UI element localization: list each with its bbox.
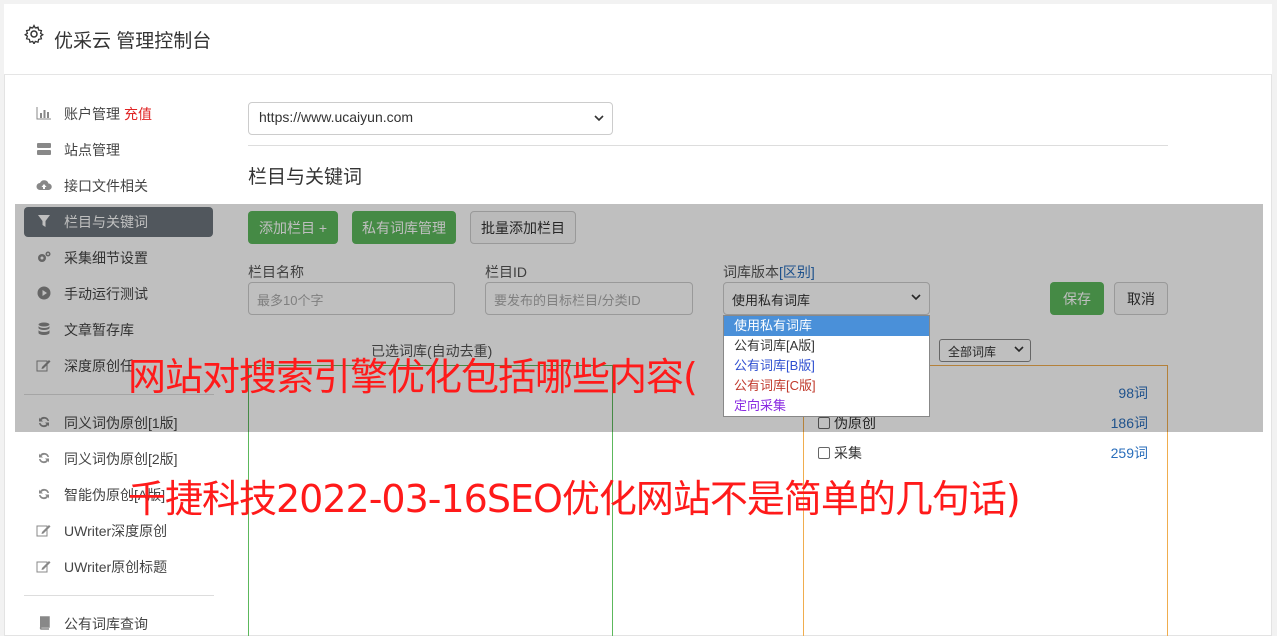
recharge-link[interactable]: 充值 — [124, 104, 152, 124]
sidebar-item-site[interactable]: 站点管理 — [24, 135, 213, 165]
edit-icon — [36, 523, 52, 539]
sidebar-item-uwriter-title[interactable]: UWriter原创标题 — [24, 552, 213, 582]
refresh-icon — [36, 487, 52, 503]
overlay-headline-line2: 千捷科技2022-03-16SEO优化网站不是简单的几句话) — [128, 477, 1021, 521]
sidebar-divider — [24, 595, 214, 596]
dropdown-option[interactable]: 公有词库[A版] — [724, 336, 929, 356]
lib-row-count: 259词 — [1110, 445, 1148, 461]
sidebar-item-account[interactable]: 账户管理 充值 — [24, 99, 213, 129]
site-select-value: https://www.ucaiyun.com — [259, 109, 414, 125]
sidebar-item-api[interactable]: 接口文件相关 — [24, 171, 213, 201]
refresh-icon — [36, 451, 52, 467]
sidebar-item-label: 同义词伪原创[2版] — [64, 451, 178, 467]
edit-icon — [36, 559, 52, 575]
section-title: 栏目与关键词 — [248, 167, 363, 188]
chevron-down-icon — [594, 115, 604, 122]
dropdown-option[interactable]: 公有词库[C版] — [724, 376, 929, 396]
content-divider — [248, 145, 1168, 146]
book-icon — [36, 616, 52, 632]
sidebar-item-label: UWriter原创标题 — [64, 559, 168, 575]
dropdown-option[interactable]: 公有词库[B版] — [724, 356, 929, 376]
dropdown-option[interactable]: 定向采集 — [724, 396, 929, 416]
sidebar-item-label: UWriter深度原创 — [64, 523, 168, 539]
dropdown-option[interactable]: 使用私有词库 — [724, 316, 929, 336]
sidebar-item-label: 公有词库查询 — [64, 616, 148, 632]
lib-row[interactable]: 采集 259词 — [818, 443, 1148, 463]
lib-row-checkbox[interactable] — [818, 447, 830, 459]
sidebar-item-label: 接口文件相关 — [64, 178, 148, 194]
gear-icon — [24, 24, 44, 44]
header-bar: 优采云 管理控制台 — [4, 4, 1272, 75]
sidebar-item-public-lib[interactable]: 公有词库查询 — [24, 609, 213, 636]
lib-row-name: 采集 — [834, 445, 862, 461]
bar-chart-icon — [36, 106, 52, 122]
lib-version-dropdown: 使用私有词库 公有词库[A版] 公有词库[B版] 公有词库[C版] 定向采集 — [723, 315, 930, 417]
site-select[interactable]: https://www.ucaiyun.com — [248, 102, 613, 135]
sidebar-item-label: 站点管理 — [64, 142, 120, 158]
overlay-headline-line1: 网站对搜索引擎优化包括哪些内容( — [128, 355, 698, 399]
cloud-upload-icon — [36, 178, 52, 194]
server-icon — [36, 142, 52, 158]
sidebar-item-label: 账户管理 — [64, 106, 120, 122]
page-title: 优采云 管理控制台 — [54, 31, 212, 52]
